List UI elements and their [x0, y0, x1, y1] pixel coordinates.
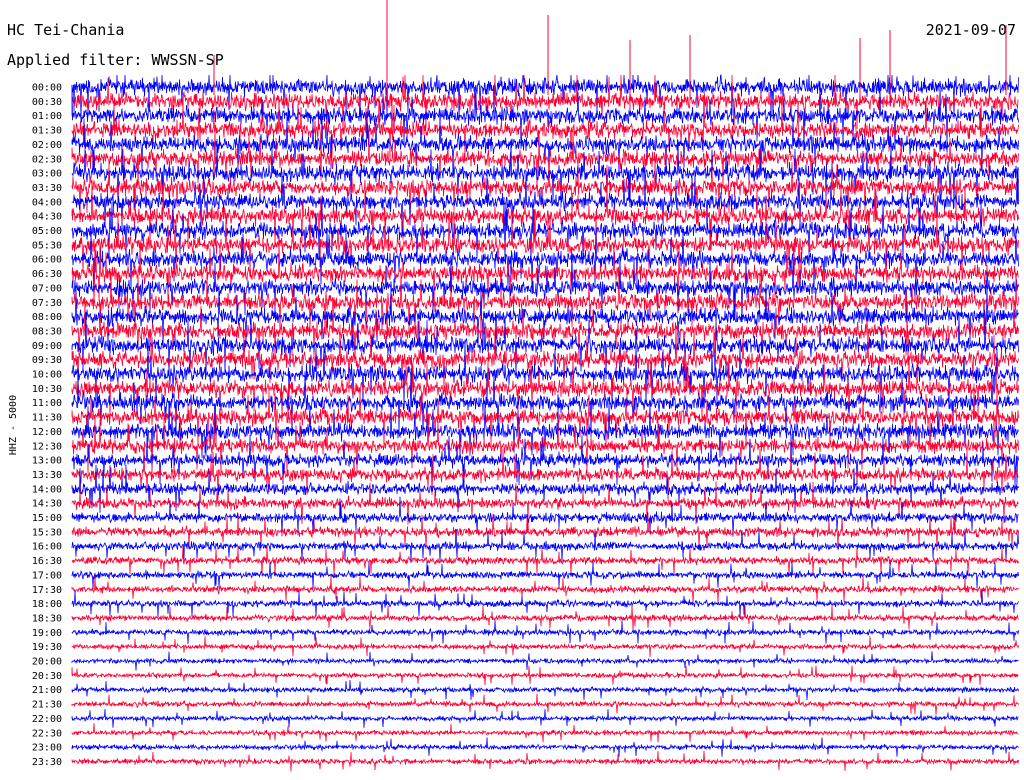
row-time-label: 22:00 [32, 714, 62, 725]
row-time-label: 04:00 [32, 197, 62, 208]
row-time-label: 20:30 [32, 671, 62, 682]
seismic-trace [71, 620, 1019, 644]
row-time-label: 23:30 [32, 757, 62, 768]
row-time-label: 17:30 [32, 585, 62, 596]
row-time-label: 08:00 [32, 312, 62, 323]
row-time-label: 12:00 [32, 427, 62, 438]
row-time-label: 15:00 [32, 513, 62, 524]
row-time-label: 22:30 [32, 728, 62, 739]
row-time-label: 18:30 [32, 613, 62, 624]
helicorder-plot: 00:00 00:30 01:00 01:30 02:00 02:30 03:00 03:30… [8, 0, 1019, 772]
seismic-trace [71, 636, 1019, 658]
row-time-label: 09:00 [32, 341, 62, 352]
row-time-label: 13:30 [32, 470, 62, 481]
seismogram-page: HC Tei-Chania 2021-09-07 Applied filter:… [0, 0, 1024, 780]
row-time-label: 21:00 [32, 685, 62, 696]
row-time-label: 20:00 [32, 657, 62, 668]
row-time-label: 10:00 [32, 370, 62, 381]
row-time-label: 13:00 [32, 456, 62, 467]
row-time-label: 09:30 [32, 355, 62, 366]
row-time-label: 19:00 [32, 628, 62, 639]
row-time-label: 07:00 [32, 283, 62, 294]
row-time-label: 02:00 [32, 140, 62, 151]
seismic-trace [71, 561, 1019, 590]
row-time-label: 12:30 [32, 441, 62, 452]
seismic-trace [71, 353, 1019, 424]
seismic-trace [71, 590, 1019, 617]
row-time-label: 06:00 [32, 255, 62, 266]
seismic-trace [71, 709, 1019, 728]
row-time-label: 19:30 [32, 642, 62, 653]
seismic-trace [71, 416, 1019, 476]
row-time-label: 03:00 [32, 169, 62, 180]
row-time-label: 14:30 [32, 499, 62, 510]
row-time-label: 23:00 [32, 743, 62, 754]
seismic-trace [71, 737, 1019, 757]
trace-group [71, 0, 1019, 772]
seismic-trace [71, 665, 1019, 686]
row-time-label: 08:30 [32, 326, 62, 337]
row-time-label: 15:30 [32, 527, 62, 538]
seismic-trace [71, 605, 1019, 631]
seismic-trace [71, 723, 1019, 743]
row-time-label: 05:30 [32, 240, 62, 251]
row-time-label: 18:00 [32, 599, 62, 610]
row-time-label: 14:00 [32, 484, 62, 495]
row-label-group: 00:00 00:30 01:00 01:30 02:00 02:30 03:00 03:30… [32, 83, 62, 768]
row-time-label: 00:30 [32, 97, 62, 108]
seismic-trace [71, 679, 1019, 701]
row-time-label: 01:30 [32, 126, 62, 137]
row-time-label: 02:30 [32, 154, 62, 165]
row-time-label: 06:30 [32, 269, 62, 280]
row-time-label: 10:30 [32, 384, 62, 395]
row-time-label: 16:30 [32, 556, 62, 567]
row-time-label: 21:30 [32, 700, 62, 711]
row-time-label: 01:00 [32, 111, 62, 122]
row-time-label: 11:30 [32, 413, 62, 424]
row-time-label: 11:00 [32, 398, 62, 409]
seismic-trace [71, 651, 1019, 671]
row-time-label: 05:00 [32, 226, 62, 237]
seismic-trace [71, 750, 1019, 772]
channel-label: HHZ - 5000 [8, 395, 19, 455]
row-time-label: 04:30 [32, 212, 62, 223]
row-time-label: 00:00 [32, 83, 62, 94]
seismic-trace [71, 267, 1019, 338]
row-time-label: 03:30 [32, 183, 62, 194]
row-time-label: 17:00 [32, 570, 62, 581]
row-time-label: 16:00 [32, 542, 62, 553]
row-time-label: 07:30 [32, 298, 62, 309]
